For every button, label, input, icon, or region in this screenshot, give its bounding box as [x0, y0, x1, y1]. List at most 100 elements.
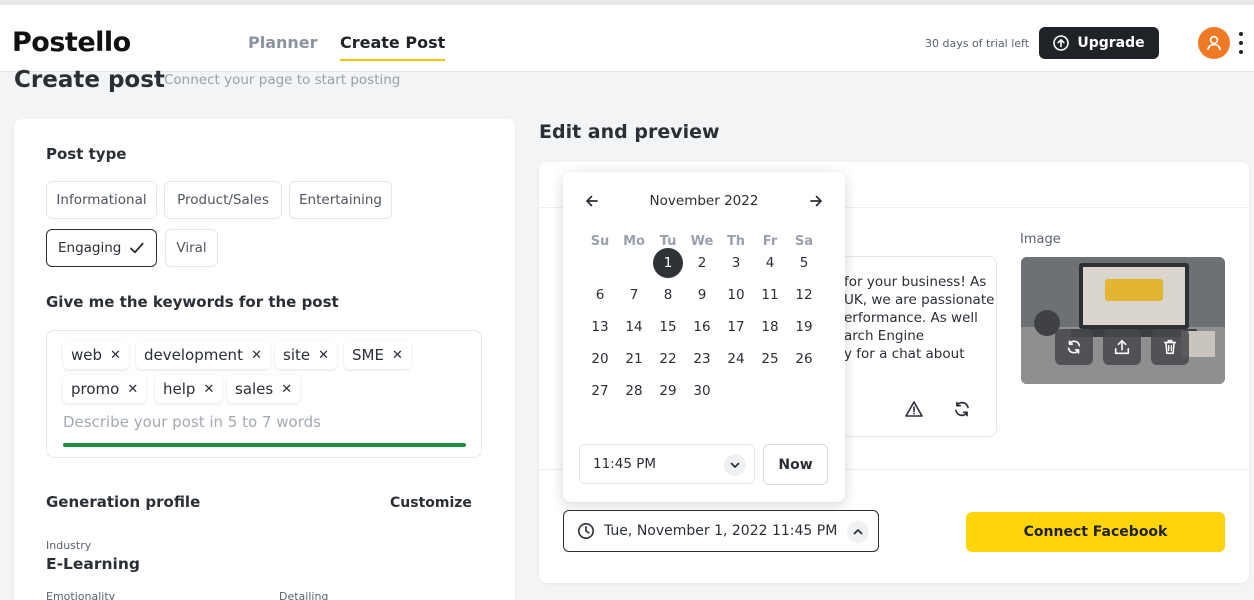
keywords-placeholder[interactable]: Describe your post in 5 to 7 words — [63, 413, 321, 431]
keyword-tag: development ✕ — [136, 341, 270, 369]
calendar-day-selected[interactable]: 1 — [653, 248, 683, 278]
detailing-label: Detailing — [279, 590, 329, 600]
remove-tag-icon[interactable]: ✕ — [110, 348, 121, 363]
connect-facebook-button[interactable]: Connect Facebook — [966, 512, 1225, 552]
calendar-day[interactable]: 21 — [619, 344, 649, 374]
keyword-tag: sales ✕ — [227, 375, 301, 403]
upload-icon — [1114, 339, 1130, 355]
remove-tag-icon[interactable]: ✕ — [203, 382, 214, 397]
schedule-date-value: Tue, November 1, 2022 11:45 PM — [604, 523, 838, 539]
remove-tag-icon[interactable]: ✕ — [251, 348, 262, 363]
nav-create-post[interactable]: Create Post — [340, 33, 446, 61]
emotionality-label: Emotionality — [46, 590, 116, 600]
clock-icon — [578, 523, 594, 539]
calendar-day[interactable]: 3 — [721, 248, 751, 278]
calendar-day[interactable]: 10 — [721, 280, 751, 310]
regenerate-icon[interactable] — [952, 399, 972, 419]
calendar-day[interactable]: 29 — [653, 376, 683, 406]
post-settings-card: Post type Informational Product/Sales En… — [14, 119, 515, 600]
keyword-tag-label: sales — [235, 380, 274, 398]
warning-icon[interactable] — [904, 399, 924, 419]
customize-link[interactable]: Customize — [390, 495, 472, 511]
keyword-tag: web ✕ — [63, 341, 129, 369]
delete-image-button[interactable] — [1151, 329, 1189, 365]
calendar-day[interactable]: 6 — [585, 280, 615, 310]
post-type-heading: Post type — [46, 145, 127, 163]
checkmark-icon — [130, 242, 144, 254]
calendar-day[interactable]: 4 — [755, 248, 785, 278]
calendar-day[interactable]: 18 — [755, 312, 785, 342]
keyword-tag: promo ✕ — [63, 375, 147, 403]
edit-preview-heading: Edit and preview — [539, 121, 720, 143]
date-picker-popup: November 2022 Su Mo Tu We Th Fr Sa 1 2 3 4 5 6 7 8 9 10 1… — [563, 172, 845, 502]
keyword-tag-label: promo — [71, 380, 120, 398]
post-type-engaging-label: Engaging — [58, 240, 122, 256]
calendar-day[interactable]: 26 — [789, 344, 819, 374]
calendar-day[interactable]: 15 — [653, 312, 683, 342]
keyword-tag-label: SME — [352, 346, 384, 364]
post-type-product-sales[interactable]: Product/Sales — [164, 181, 282, 219]
next-month-button[interactable] — [805, 190, 827, 212]
replace-image-button[interactable] — [1055, 329, 1093, 365]
calendar-day[interactable]: 30 — [687, 376, 717, 406]
nav-planner[interactable]: Planner — [248, 33, 318, 52]
weekday-header: Mo — [623, 233, 645, 249]
chevron-down-icon — [724, 454, 746, 476]
post-type-entertaining[interactable]: Entertaining — [289, 181, 392, 219]
remove-tag-icon[interactable]: ✕ — [127, 382, 138, 397]
industry-value: E-Learning — [46, 555, 140, 573]
weekday-header: Su — [590, 233, 610, 249]
time-select[interactable]: 11:45 PM — [579, 444, 755, 484]
remove-tag-icon[interactable]: ✕ — [318, 348, 329, 363]
trash-icon — [1163, 339, 1177, 355]
user-icon — [1207, 35, 1221, 51]
upgrade-label: Upgrade — [1077, 35, 1145, 51]
calendar-day[interactable]: 9 — [687, 280, 717, 310]
calendar-day[interactable]: 20 — [585, 344, 615, 374]
calendar-day[interactable]: 8 — [653, 280, 683, 310]
keyword-tag: help ✕ — [155, 375, 223, 403]
keyword-tag: site ✕ — [275, 341, 337, 369]
schedule-date-field[interactable]: Tue, November 1, 2022 11:45 PM — [563, 510, 879, 552]
upload-image-button[interactable] — [1103, 329, 1141, 365]
more-menu-icon[interactable] — [1238, 32, 1244, 54]
post-type-viral[interactable]: Viral — [165, 229, 218, 267]
month-label: November 2022 — [649, 193, 759, 209]
calendar-day[interactable]: 24 — [721, 344, 751, 374]
remove-tag-icon[interactable]: ✕ — [281, 382, 292, 397]
user-avatar[interactable] — [1198, 27, 1230, 59]
postello-logo[interactable]: Postello — [12, 27, 131, 58]
calendar-day[interactable]: 28 — [619, 376, 649, 406]
keywords-heading: Give me the keywords for the post — [46, 293, 339, 311]
post-type-informational[interactable]: Informational — [46, 181, 157, 219]
remove-tag-icon[interactable]: ✕ — [392, 348, 403, 363]
post-text-line: UK, we are passionate — [844, 292, 995, 308]
post-text-line: for your business! As — [844, 274, 987, 290]
calendar-day[interactable]: 23 — [687, 344, 717, 374]
post-type-engaging[interactable]: Engaging — [46, 229, 157, 267]
calendar-day[interactable]: 11 — [755, 280, 785, 310]
calendar-day[interactable]: 16 — [687, 312, 717, 342]
calendar-day[interactable]: 12 — [789, 280, 819, 310]
active-nav-underline — [340, 59, 446, 61]
calendar-day[interactable]: 7 — [619, 280, 649, 310]
calendar-day[interactable]: 5 — [789, 248, 819, 278]
calendar-day[interactable]: 17 — [721, 312, 751, 342]
keywords-input-box[interactable]: web ✕ development ✕ site ✕ SME ✕ promo ✕ help… — [46, 330, 482, 458]
top-bar: Postello Planner Create Post 30 days of … — [0, 0, 1254, 72]
generation-profile-heading: Generation profile — [46, 493, 201, 511]
calendar-day[interactable]: 25 — [755, 344, 785, 374]
keyword-tag-label: site — [283, 346, 311, 364]
calendar-day[interactable]: 13 — [585, 312, 615, 342]
now-button[interactable]: Now — [763, 444, 828, 485]
calendar-day[interactable]: 2 — [687, 248, 717, 278]
calendar-day[interactable]: 14 — [619, 312, 649, 342]
calendar-day[interactable]: 27 — [585, 376, 615, 406]
keyword-tag-label: help — [163, 380, 196, 398]
calendar-day[interactable]: 22 — [653, 344, 683, 374]
post-text-line: arch Engine — [844, 328, 925, 344]
upgrade-button[interactable]: Upgrade — [1039, 27, 1159, 59]
nav-create-post-label: Create Post — [340, 33, 446, 52]
calendar-day[interactable]: 19 — [789, 312, 819, 342]
keyword-tag: SME ✕ — [344, 341, 411, 369]
